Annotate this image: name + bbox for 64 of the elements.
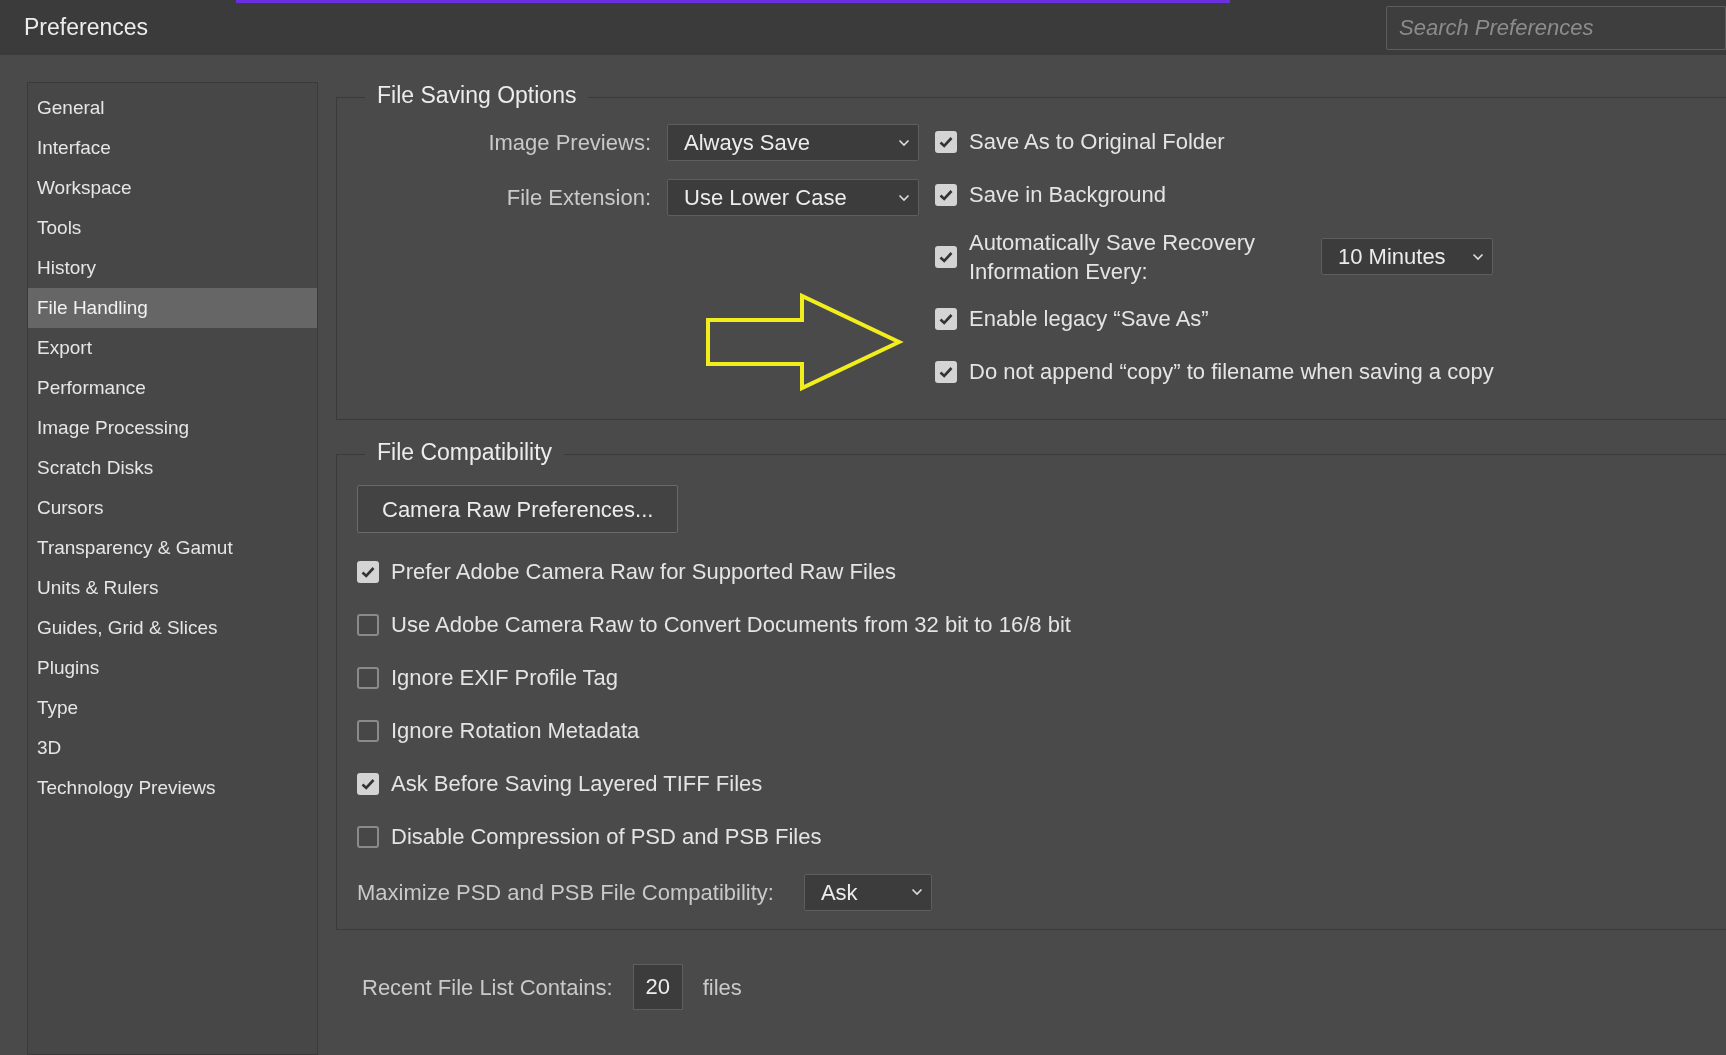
sidebar-item[interactable]: Image Processing	[28, 408, 317, 448]
dropdown[interactable]: Use Lower Case	[667, 179, 919, 216]
checkbox[interactable]	[935, 307, 957, 330]
dropdown[interactable]: 10 Minutes	[1321, 238, 1493, 275]
chevron-down-icon	[898, 138, 910, 147]
check-icon	[939, 188, 953, 201]
window-title: Preferences	[24, 13, 148, 43]
check-icon	[939, 250, 953, 263]
option-label: Use Adobe Camera Raw to Convert Documents from 32 bit to 16/8 bit	[391, 611, 1071, 639]
checkbox[interactable]	[935, 360, 957, 383]
sidebar-item[interactable]: Technology Previews	[28, 768, 317, 808]
sidebar-item[interactable]: Guides, Grid & Slices	[28, 608, 317, 648]
search-field[interactable]: Search Preferences	[1386, 6, 1726, 50]
checkbox[interactable]	[357, 772, 379, 795]
dropdown[interactable]: Always Save	[667, 124, 919, 161]
option-label: Ignore EXIF Profile Tag	[391, 664, 619, 692]
sidebar-item[interactable]: Interface	[28, 128, 317, 168]
checkbox[interactable]	[357, 825, 379, 848]
field-label: Image Previews:	[488, 129, 651, 157]
option-label: Prefer Adobe Camera Raw for Supported Raw Files	[391, 558, 896, 586]
chevron-down-icon	[910, 888, 923, 896]
option-label: Ignore Rotation Metadata	[391, 717, 640, 745]
recent-files-count-field[interactable]: 20	[632, 964, 683, 1010]
check-icon	[361, 777, 375, 790]
checkbox[interactable]	[357, 719, 379, 742]
chevron-down-icon	[1472, 252, 1484, 261]
option-label: Disable Compression of PSD and PSB Files	[391, 823, 822, 851]
sidebar-item[interactable]: Workspace	[28, 168, 317, 208]
option-label: Ask Before Saving Layered TIFF Files	[391, 770, 763, 798]
option-label: Save in Background	[969, 181, 1166, 209]
sidebar-item[interactable]: Transparency & Gamut	[28, 528, 317, 568]
sidebar-item[interactable]: Scratch Disks	[28, 448, 317, 488]
option-label: Automatically Save Recovery Information Every:	[969, 228, 1257, 286]
checkbox[interactable]	[935, 245, 957, 268]
field-label: File Extension:	[506, 184, 651, 212]
sidebar-item[interactable]: 3D	[28, 728, 317, 768]
checkbox[interactable]	[357, 560, 379, 583]
option-label: Enable legacy “Save As”	[969, 305, 1209, 333]
sidebar-item[interactable]: Plugins	[28, 648, 317, 688]
sidebar-item[interactable]: Export	[28, 328, 317, 368]
checkbox[interactable]	[357, 613, 379, 636]
chevron-down-icon	[898, 193, 910, 202]
checkbox[interactable]	[935, 183, 957, 206]
sidebar-item[interactable]: Type	[28, 688, 317, 728]
sidebar-item[interactable]: Units & Rulers	[28, 568, 317, 608]
unit-label: files	[702, 973, 742, 1002]
option-label: Do not append “copy” to filename when saving a copy	[969, 358, 1494, 386]
check-icon	[939, 365, 953, 378]
dropdown[interactable]: Ask	[803, 873, 932, 911]
sidebar-item[interactable]: File Handling	[28, 288, 317, 328]
sidebar-item[interactable]: Cursors	[28, 488, 317, 528]
option-label: Save As to Original Folder	[969, 128, 1225, 156]
field-label: Recent File List Contains:	[362, 973, 613, 1002]
field-label: Maximize PSD and PSB File Compatibility:	[357, 878, 774, 907]
sidebar-item[interactable]: Performance	[28, 368, 317, 408]
sidebar-item[interactable]: History	[28, 248, 317, 288]
checkbox[interactable]	[935, 130, 957, 153]
sidebar-item[interactable]: Tools	[28, 208, 317, 248]
sidebar-item[interactable]: General	[28, 88, 317, 128]
check-icon	[939, 312, 953, 325]
camera-raw-preferences-button[interactable]: Camera Raw Preferences...	[357, 485, 679, 533]
checkbox[interactable]	[357, 666, 379, 689]
check-icon	[361, 565, 375, 578]
check-icon	[939, 135, 953, 148]
